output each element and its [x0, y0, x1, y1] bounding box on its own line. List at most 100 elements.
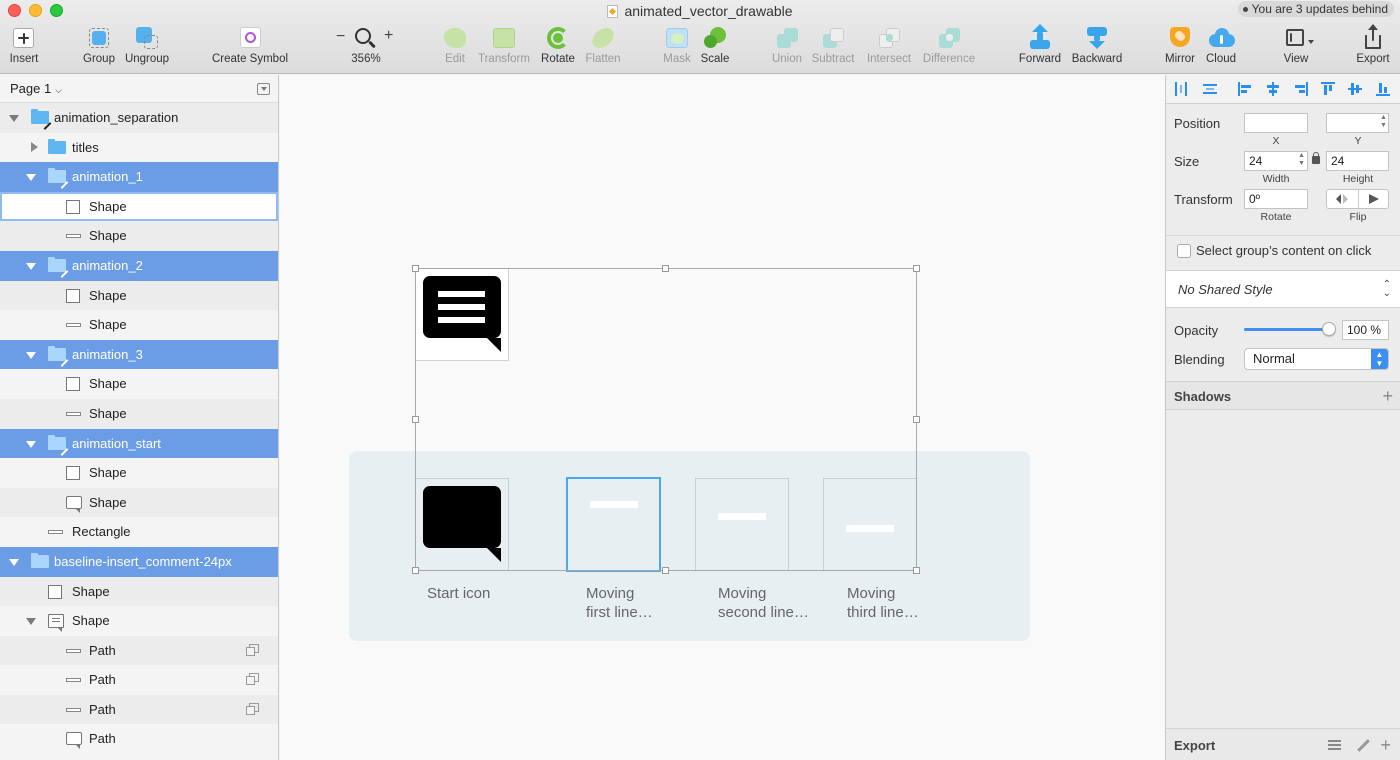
forward-icon: [1027, 24, 1053, 50]
layer-row[interactable]: animation_1: [0, 162, 278, 192]
pencil-icon[interactable]: [1357, 739, 1370, 752]
mirror-button[interactable]: Mirror: [1162, 26, 1198, 65]
opacity-slider[interactable]: [1244, 322, 1336, 336]
layer-row[interactable]: Shape: [0, 280, 278, 311]
resize-handle[interactable]: [412, 567, 419, 574]
align-right-icon[interactable]: [1294, 82, 1308, 96]
difference-button[interactable]: Difference: [918, 26, 980, 65]
layer-row[interactable]: animation_separation: [0, 103, 278, 133]
disclosure-triangle-icon[interactable]: [9, 558, 19, 566]
layer-row[interactable]: Path: [0, 724, 278, 754]
distribute-vertical-icon[interactable]: [1203, 82, 1217, 96]
disclosure-triangle-icon[interactable]: [26, 174, 36, 182]
transform-button[interactable]: Transform: [474, 26, 534, 65]
cloud-button[interactable]: Cloud: [1202, 26, 1240, 65]
layer-row[interactable]: Shape: [0, 487, 278, 518]
layer-row[interactable]: animation_start: [0, 428, 278, 459]
blending-select[interactable]: Normal ▲ ▼: [1244, 348, 1389, 370]
union-label: Union: [771, 53, 803, 65]
zoom-in-button[interactable]: +: [384, 27, 393, 45]
layer-row[interactable]: Shape: [0, 606, 278, 636]
collapse-pages-icon[interactable]: [257, 83, 270, 95]
resize-handle[interactable]: [913, 567, 920, 574]
y-stepper[interactable]: ▲ ▼: [1379, 114, 1388, 132]
disclosure-triangle-icon[interactable]: [31, 141, 38, 152]
rotate-button[interactable]: Rotate: [538, 26, 578, 65]
layer-row[interactable]: Shape: [0, 369, 278, 399]
layer-row[interactable]: Shape: [0, 310, 278, 340]
align-left-icon[interactable]: [1238, 82, 1252, 96]
flatten-button[interactable]: Flatten: [582, 26, 624, 65]
disclosure-triangle-icon[interactable]: [26, 262, 36, 270]
group-button[interactable]: Group: [82, 26, 116, 65]
page-selector[interactable]: Page 1 ⌵: [0, 75, 278, 103]
flip-horizontal-icon[interactable]: [1336, 194, 1348, 204]
layer-row[interactable]: titles: [0, 133, 278, 163]
align-bottom-icon[interactable]: [1376, 82, 1390, 96]
rotate-field[interactable]: 0º: [1244, 189, 1308, 209]
distribute-horizontal-icon[interactable]: [1174, 82, 1188, 96]
union-button[interactable]: Union: [768, 26, 806, 65]
layer-row[interactable]: baseline-insert_comment-24px: [0, 546, 278, 577]
opacity-field[interactable]: 100 %: [1342, 320, 1389, 340]
resize-handle[interactable]: [412, 416, 419, 423]
layer-row[interactable]: Shape: [0, 576, 278, 607]
insert-button[interactable]: Insert: [6, 26, 42, 65]
export-button[interactable]: Export: [1352, 24, 1394, 65]
boolean-operation-icon[interactable]: [246, 643, 259, 656]
backward-button[interactable]: Backward: [1068, 26, 1126, 65]
resize-handle[interactable]: [913, 265, 920, 272]
folder-icon: [48, 138, 66, 154]
add-shadow-icon[interactable]: +: [1382, 387, 1393, 405]
layer-row[interactable]: Shape: [0, 191, 278, 222]
scale-button[interactable]: Scale: [698, 26, 732, 65]
x-position-field[interactable]: [1244, 113, 1308, 133]
zoom-out-button[interactable]: −: [336, 28, 345, 46]
zoom-control[interactable]: − + 356%: [334, 26, 398, 65]
layer-row[interactable]: animation_2: [0, 250, 278, 281]
subtract-label: Subtract: [811, 53, 855, 65]
lock-icon[interactable]: [1312, 152, 1320, 164]
layer-row[interactable]: Path: [0, 635, 278, 666]
flip-vertical-icon[interactable]: [1369, 194, 1381, 204]
add-export-icon[interactable]: +: [1380, 736, 1391, 754]
updates-badge[interactable]: You are 3 updates behind: [1237, 1, 1394, 17]
caption-first-2: first line…: [586, 604, 653, 621]
layer-row[interactable]: Shape: [0, 221, 278, 251]
layer-row[interactable]: Rectangle: [0, 517, 278, 547]
subtract-button[interactable]: Subtract: [808, 26, 858, 65]
intersect-button[interactable]: Intersect: [862, 26, 916, 65]
layer-row[interactable]: Shape: [0, 398, 278, 429]
mask-button[interactable]: Mask: [660, 26, 694, 65]
disclosure-triangle-icon[interactable]: [26, 351, 36, 359]
backward-icon: [1084, 26, 1110, 50]
layer-row[interactable]: Path: [0, 694, 278, 725]
boolean-operation-icon[interactable]: [246, 702, 259, 715]
layer-row[interactable]: Path: [0, 665, 278, 695]
align-top-icon[interactable]: [1321, 82, 1335, 96]
canvas[interactable]: Start icon Moving first line… Moving sec…: [280, 75, 1165, 760]
select-group-content-checkbox[interactable]: [1177, 244, 1191, 258]
opacity-slider-knob[interactable]: [1322, 322, 1336, 336]
resize-handle[interactable]: [662, 567, 669, 574]
height-field[interactable]: 24: [1326, 151, 1389, 171]
shared-style-dropdown[interactable]: No Shared Style ⌃ ⌄: [1166, 270, 1400, 308]
forward-button[interactable]: Forward: [1016, 24, 1064, 65]
boolean-operation-icon[interactable]: [246, 673, 259, 686]
resize-handle[interactable]: [412, 265, 419, 272]
disclosure-triangle-icon[interactable]: [26, 440, 36, 448]
settings-sliders-icon[interactable]: [1328, 740, 1341, 750]
create-symbol-button[interactable]: Create Symbol: [210, 26, 290, 65]
layer-row[interactable]: animation_3: [0, 339, 278, 370]
edit-button[interactable]: Edit: [440, 26, 470, 65]
align-middle-vertical-icon[interactable]: [1348, 82, 1362, 96]
width-stepper[interactable]: ▲ ▼: [1297, 152, 1306, 170]
disclosure-triangle-icon[interactable]: [26, 618, 36, 626]
disclosure-triangle-icon[interactable]: [9, 115, 19, 122]
resize-handle[interactable]: [662, 265, 669, 272]
layer-row[interactable]: Shape: [0, 458, 278, 488]
view-button[interactable]: View: [1278, 26, 1314, 65]
align-center-horizontal-icon[interactable]: [1266, 82, 1280, 96]
resize-handle[interactable]: [913, 416, 920, 423]
ungroup-button[interactable]: Ungroup: [124, 26, 170, 65]
